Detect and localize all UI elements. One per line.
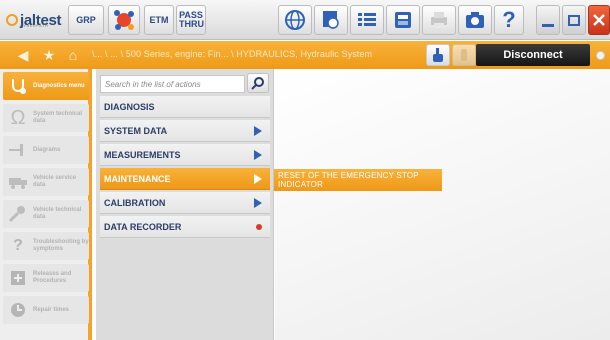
favorites-star-icon[interactable]: ★	[40, 47, 58, 63]
sidebar-item-vehicle-technical-data[interactable]: Vehicle technical data	[3, 200, 89, 228]
disconnect-button[interactable]: Disconnect	[476, 44, 590, 66]
keyboard-button[interactable]	[386, 5, 420, 35]
sidebar-item-system-technical-data[interactable]: Ω System technical data	[3, 104, 89, 132]
action-label: DIAGNOSIS	[104, 101, 155, 112]
content-area	[275, 69, 610, 340]
sidebar-item-vehicle-service-data[interactable]: Vehicle service data	[3, 168, 89, 196]
camera-button[interactable]	[458, 5, 492, 35]
search-icon	[251, 77, 264, 90]
help-button[interactable]: ?	[494, 5, 524, 35]
submenu-item-line-1: RESET OF THE EMERGENCY STOP	[278, 171, 419, 180]
maximize-icon	[568, 14, 580, 26]
connection-status-icon	[596, 51, 605, 60]
sidebar-item-diagnostics-menu[interactable]: Diagnostics menu	[3, 72, 89, 100]
close-button[interactable]	[588, 5, 610, 35]
action-data-recorder[interactable]: DATA RECORDER	[100, 216, 270, 238]
globe-icon	[285, 10, 305, 30]
stethoscope-icon	[7, 75, 29, 97]
list-button[interactable]	[350, 5, 384, 35]
action-label: CALIBRATION	[104, 197, 166, 208]
network-button[interactable]	[108, 5, 140, 35]
camera-icon	[466, 12, 484, 28]
action-measurements[interactable]: MEASUREMENTS	[100, 144, 270, 166]
expand-arrow-icon	[254, 198, 262, 208]
omega-icon: Ω	[10, 106, 26, 129]
logo-subtitle: CYBERPATH	[20, 23, 49, 28]
close-icon	[593, 14, 605, 26]
minimize-icon	[542, 23, 554, 27]
sidebar-item-troubleshooting[interactable]: ? Troubleshooting by symptoms	[3, 232, 89, 260]
maximize-button[interactable]	[562, 5, 586, 35]
actions-panel: DIAGNOSIS SYSTEM DATA MEASUREMENTS MAINT…	[96, 69, 274, 340]
sidebar-item-label: Troubleshooting by symptoms	[33, 239, 89, 252]
procedures-icon	[7, 267, 29, 289]
sidebar-item-label: Diagnostics menu	[33, 82, 85, 89]
pass-thru-button[interactable]: PASS THRU	[176, 5, 206, 35]
action-maintenance[interactable]: MAINTENANCE	[100, 168, 270, 190]
network-icon	[114, 10, 134, 30]
sidebar-item-label: Repair times	[33, 306, 70, 313]
action-label: MEASUREMENTS	[104, 149, 181, 160]
diagram-icon	[7, 139, 29, 161]
logo-mark-icon	[6, 14, 18, 26]
tool-icon	[461, 49, 467, 61]
keyboard-icon	[395, 12, 411, 28]
sidebar-item-releases-procedures[interactable]: Releases and Procedures	[3, 264, 89, 292]
expand-arrow-icon	[254, 174, 262, 184]
action-system-data[interactable]: SYSTEM DATA	[100, 120, 270, 142]
truck-icon	[7, 171, 29, 193]
printer-button[interactable]	[422, 5, 456, 35]
etm-label: ETM	[149, 14, 169, 25]
sidebar-item-label: Vehicle technical data	[33, 207, 82, 220]
sidebar-item-label: Vehicle service data	[33, 175, 77, 188]
sidebar-item-label: Diagrams	[33, 146, 61, 153]
submenu-reset-emergency-stop-indicator[interactable]: RESET OF THE EMERGENCY STOP INDICATOR	[274, 169, 442, 191]
search-button[interactable]	[247, 73, 269, 93]
breadcrumb: \... \ ... \ 500 Series, engine: Fin... …	[92, 49, 373, 59]
grp-button[interactable]: GRP	[68, 5, 104, 35]
sidebar-item-repair-times[interactable]: Repair times	[3, 296, 89, 324]
globe-button[interactable]	[278, 5, 312, 35]
secondary-tool-button[interactable]	[452, 44, 476, 66]
action-label: MAINTENANCE	[104, 173, 171, 184]
repair-times-icon	[7, 299, 29, 321]
action-label: DATA RECORDER	[104, 221, 182, 232]
list-icon	[358, 13, 376, 26]
search-input[interactable]	[101, 76, 244, 92]
action-calibration[interactable]: CALIBRATION	[100, 192, 270, 214]
etm-button[interactable]: ETM	[144, 5, 174, 35]
minimize-button[interactable]	[536, 5, 560, 35]
back-arrow-icon[interactable]: ◀	[14, 47, 32, 63]
search-field[interactable]	[100, 75, 245, 93]
grp-label: GRP	[76, 14, 96, 25]
sidebar-item-label: Releases and Procedures	[33, 271, 72, 284]
sidebar-item-label: System technical data	[33, 111, 83, 124]
action-label: SYSTEM DATA	[104, 125, 168, 136]
touch-mode-button[interactable]	[426, 44, 450, 66]
presentation-button[interactable]	[314, 5, 348, 35]
home-icon[interactable]: ⌂	[64, 47, 82, 63]
wrench-icon	[7, 203, 29, 225]
sidebar-item-diagrams[interactable]: Diagrams	[3, 136, 89, 164]
action-diagnosis[interactable]: DIAGNOSIS	[100, 96, 270, 118]
troubleshoot-icon: ?	[13, 237, 23, 254]
navigation-bar: ◀ ★ ⌂ \... \ ... \ 500 Series, engine: F…	[0, 41, 610, 69]
expand-arrow-icon	[254, 150, 262, 160]
pass-thru-label: PASS THRU	[179, 10, 204, 29]
help-icon: ?	[502, 7, 516, 32]
jaltest-logo: jaltest	[6, 8, 62, 32]
record-dot-icon	[256, 224, 262, 230]
hand-pointer-icon	[433, 48, 443, 62]
top-toolbar: jaltest CYBERPATH GRP ETM PASS THRU ?	[0, 0, 610, 40]
printer-icon	[431, 12, 447, 28]
expand-arrow-icon	[254, 126, 262, 136]
submenu-item-line-2: INDICATOR	[278, 180, 324, 189]
left-sidebar: Diagnostics menu Ω System technical data…	[0, 69, 92, 340]
presentation-icon	[323, 11, 339, 29]
